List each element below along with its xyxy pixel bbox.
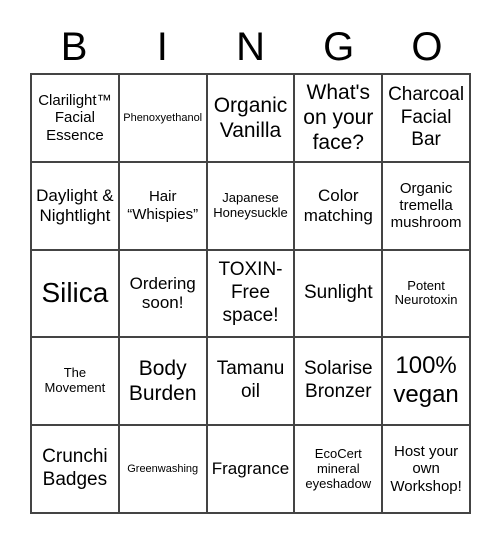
bingo-cell[interactable]: Organic Vanilla bbox=[206, 74, 295, 162]
free-space-cell[interactable]: TOXIN-Free space! bbox=[206, 249, 295, 338]
bingo-cell[interactable]: Solarise Bronzer bbox=[294, 337, 383, 426]
bingo-cell[interactable]: EcoCert mineral eyeshadow bbox=[294, 425, 383, 513]
header-letter-o: O bbox=[411, 25, 443, 69]
header-letter-b: B bbox=[60, 25, 88, 69]
bingo-cell[interactable]: Clarilight™ Facial Essence bbox=[31, 74, 119, 162]
header-letter-g: G bbox=[323, 25, 355, 69]
bingo-cell[interactable]: Crunchi Badges bbox=[31, 425, 119, 513]
bingo-cell[interactable]: What's on your face? bbox=[294, 74, 383, 162]
bingo-cell[interactable]: 100% vegan bbox=[382, 337, 470, 426]
bingo-cell[interactable]: Host your own Workshop! bbox=[382, 425, 470, 513]
bingo-cell[interactable]: Ordering soon! bbox=[118, 249, 207, 338]
bingo-cell[interactable]: Potent Neurotoxin bbox=[382, 249, 470, 338]
bingo-cell[interactable]: Japanese Honeysuckle bbox=[206, 161, 295, 250]
header-letter-n: N bbox=[236, 25, 265, 69]
bingo-cell[interactable]: The Movement bbox=[31, 337, 119, 426]
bingo-cell[interactable]: Tamanu oil bbox=[206, 337, 295, 426]
bingo-cell[interactable]: Phenoxyethanol bbox=[118, 74, 207, 162]
header-letter-i: I bbox=[156, 25, 168, 69]
bingo-cell[interactable]: Greenwashing bbox=[118, 425, 207, 513]
bingo-cell[interactable]: Charcoal Facial Bar bbox=[382, 74, 470, 162]
bingo-card: Clarilight™ Facial Essence Phenoxyethano… bbox=[30, 73, 471, 514]
bingo-header: B I N G O bbox=[30, 22, 471, 72]
bingo-cell[interactable]: Body Burden bbox=[118, 337, 207, 426]
bingo-cell[interactable]: Sunlight bbox=[294, 249, 383, 338]
bingo-cell[interactable]: Daylight & Nightlight bbox=[31, 161, 119, 250]
bingo-cell[interactable]: Fragrance bbox=[206, 425, 295, 513]
bingo-cell[interactable]: Hair “Whispies” bbox=[118, 161, 207, 250]
bingo-cell[interactable]: Organic tremella mushroom bbox=[382, 161, 470, 250]
bingo-cell[interactable]: Color matching bbox=[294, 161, 383, 250]
bingo-cell[interactable]: Silica bbox=[31, 249, 119, 338]
